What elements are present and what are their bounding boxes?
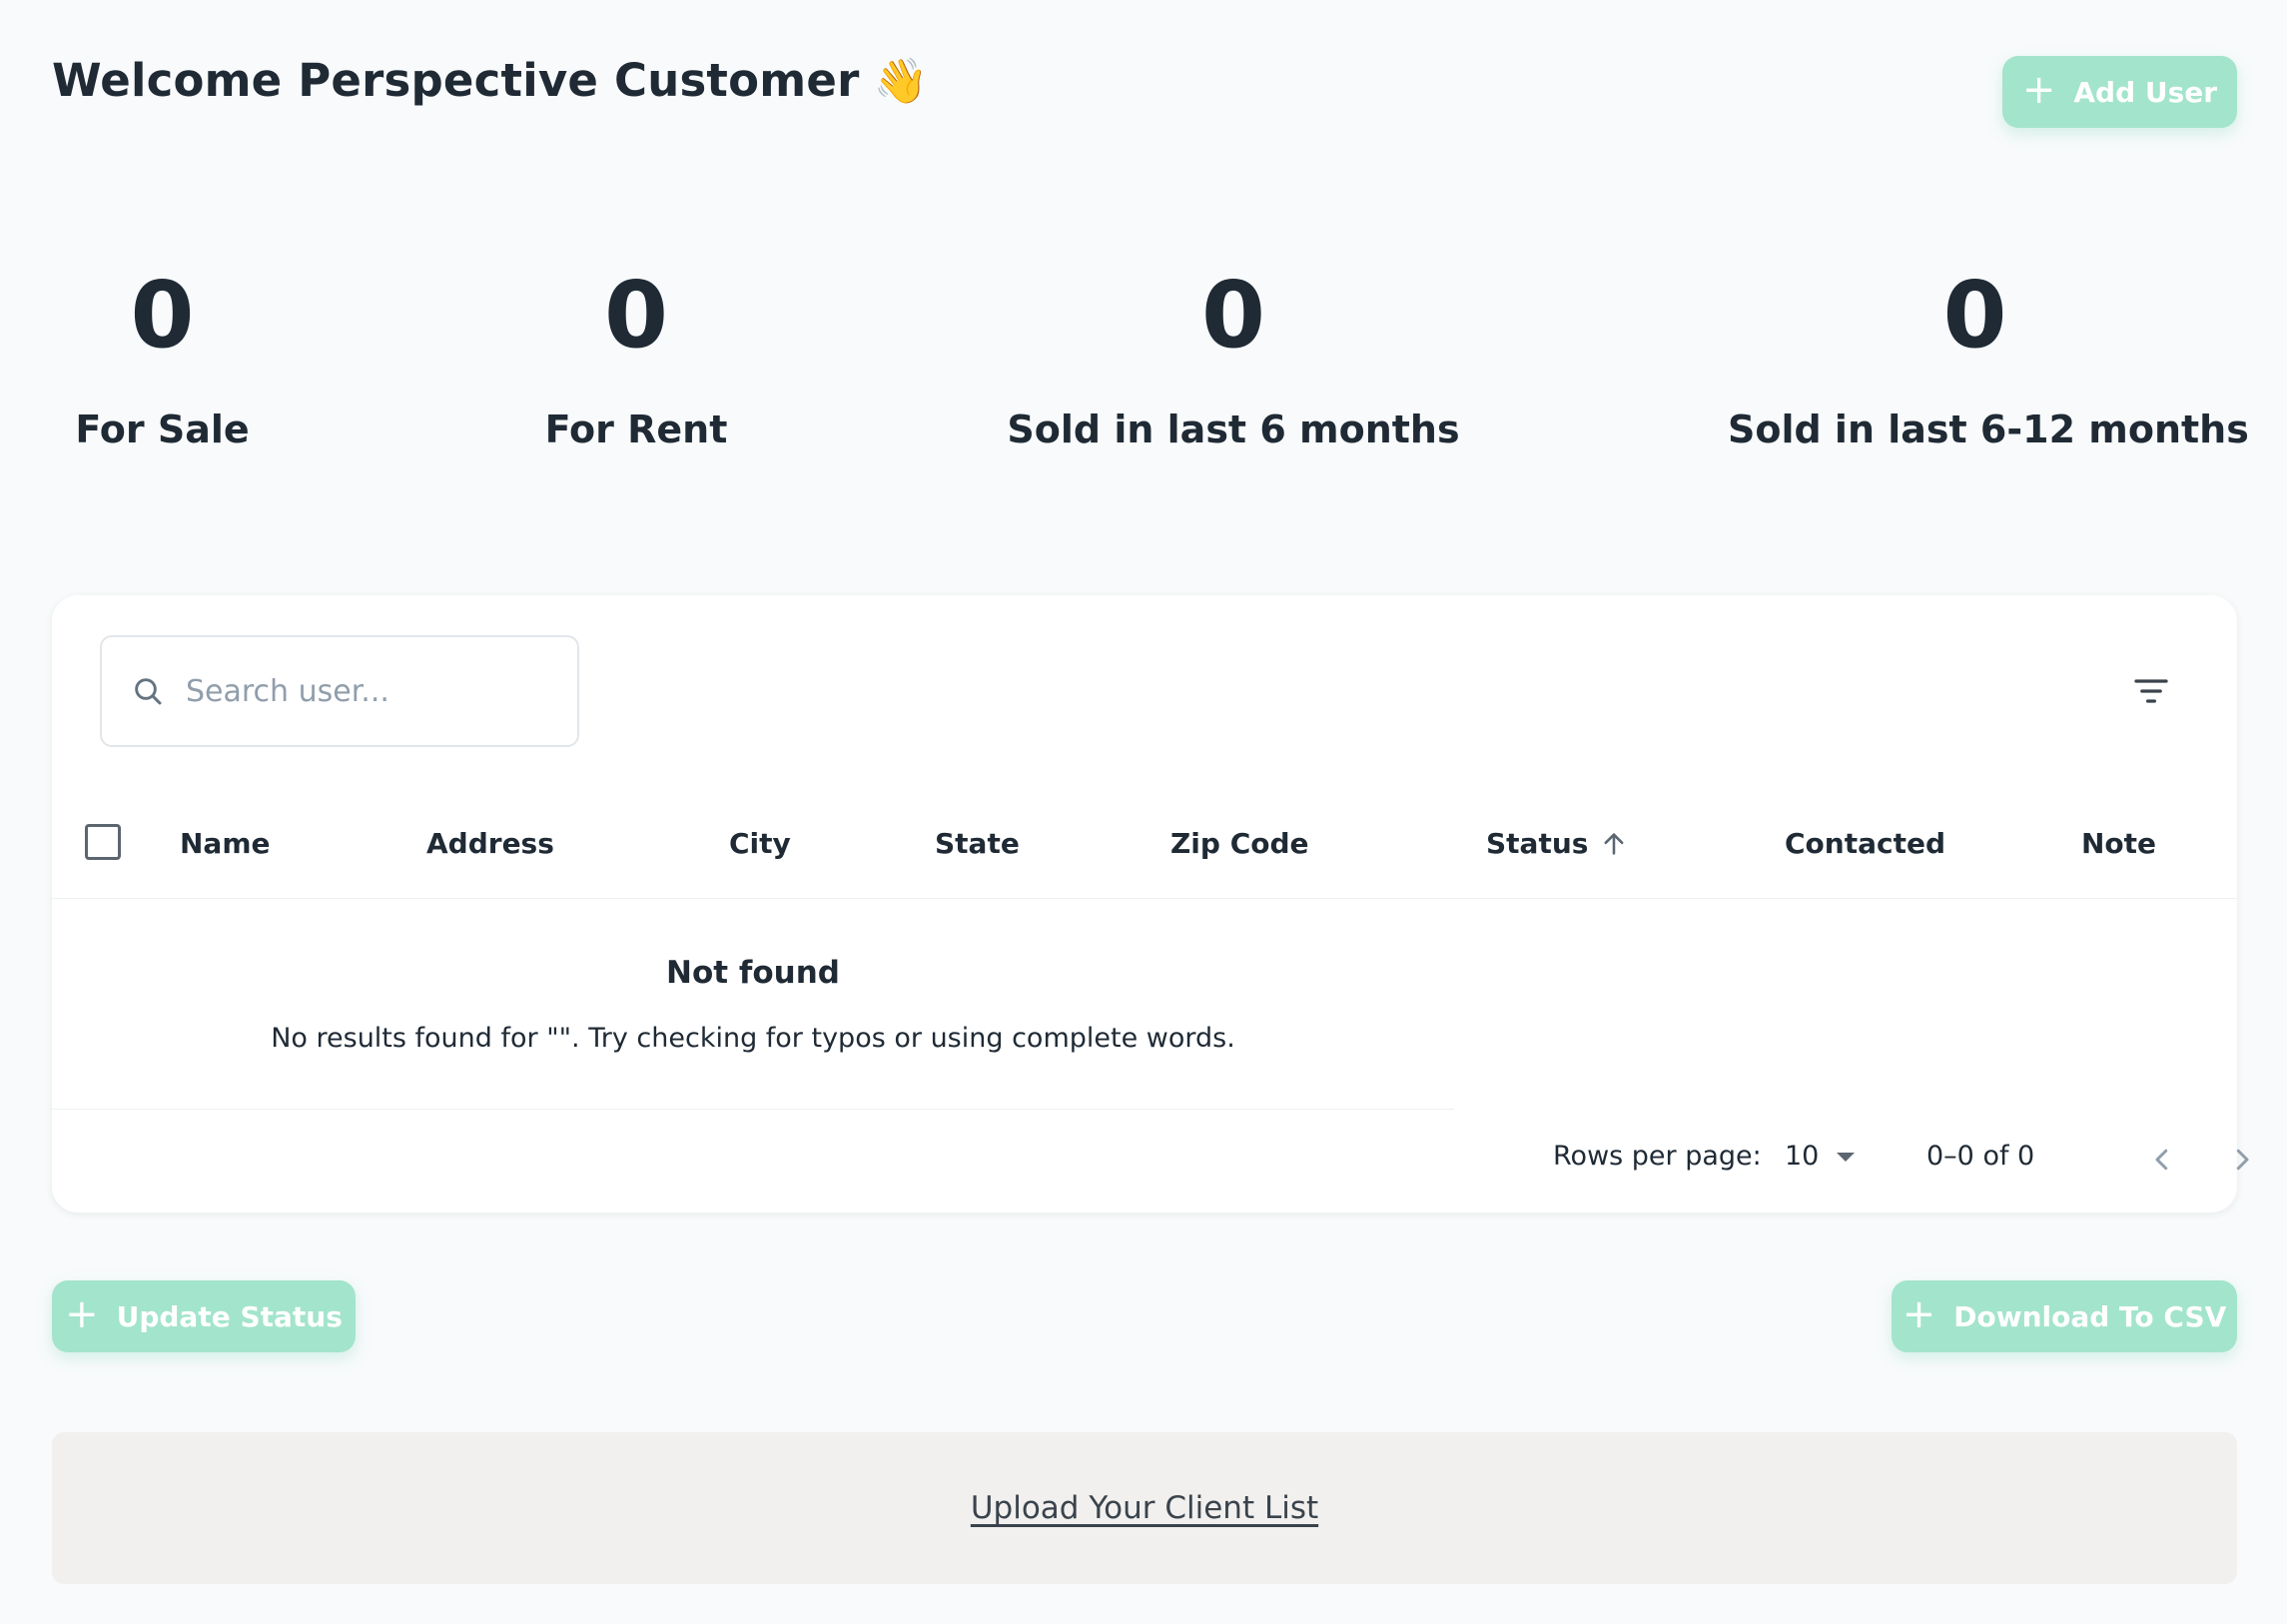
page-title-text: Welcome Perspective Customer	[52, 54, 860, 107]
stat-value: 0	[130, 262, 195, 369]
download-csv-button[interactable]: + Download To CSV	[1892, 1280, 2237, 1352]
stat-for-sale: 0 For Sale	[40, 262, 285, 452]
add-user-button[interactable]: + Add User	[2002, 56, 2237, 128]
update-status-label: Update Status	[116, 1299, 343, 1333]
stat-label: For Rent	[544, 407, 728, 451]
rows-per-page-label: Rows per page:	[1553, 1141, 1762, 1172]
dashboard-page: Welcome Perspective Customer 👋 + Add Use…	[0, 0, 2287, 1624]
table-header-row: Name Address City State Zip Code Status …	[52, 791, 2237, 899]
column-header-name[interactable]: Name	[180, 827, 271, 860]
rows-per-page-select[interactable]: 10	[1785, 1141, 1857, 1172]
column-header-note[interactable]: Note	[2081, 827, 2156, 860]
rows-per-page-value: 10	[1785, 1141, 1820, 1172]
chevron-left-icon	[2155, 1149, 2168, 1171]
stat-sold-6-months: 0 Sold in last 6 months	[1004, 262, 1463, 452]
column-header-status[interactable]: Status	[1486, 827, 1628, 860]
plus-icon: +	[65, 1291, 99, 1337]
chevron-right-icon	[2236, 1149, 2249, 1171]
update-status-button[interactable]: + Update Status	[52, 1280, 356, 1352]
waving-hand-emoji: 👋	[873, 55, 929, 107]
users-table-card: Name Address City State Zip Code Status …	[52, 595, 2249, 1213]
upload-client-list-link[interactable]: Upload Your Client List	[971, 1490, 1318, 1526]
plus-icon: +	[1902, 1291, 1936, 1337]
stat-label: For Sale	[75, 407, 250, 451]
filter-list-icon	[2134, 679, 2168, 703]
plus-icon: +	[2021, 67, 2056, 113]
column-header-address[interactable]: Address	[426, 827, 554, 860]
column-header-contacted[interactable]: Contacted	[1785, 827, 1945, 860]
stat-sold-6-12-months: 0 Sold in last 6-12 months	[1728, 262, 2249, 452]
page-title: Welcome Perspective Customer 👋	[52, 54, 928, 107]
stat-for-rent: 0 For Rent	[511, 262, 761, 452]
column-header-zip-code[interactable]: Zip Code	[1170, 827, 1309, 860]
add-user-label: Add User	[2073, 75, 2218, 109]
stat-value: 0	[1942, 262, 2007, 369]
upload-client-list-area: Upload Your Client List	[52, 1432, 2237, 1584]
column-header-state[interactable]: State	[935, 827, 1020, 860]
stat-label: Sold in last 6-12 months	[1728, 407, 2249, 451]
caret-down-icon	[1837, 1152, 1856, 1162]
stat-value: 0	[603, 262, 668, 369]
download-csv-label: Download To CSV	[1953, 1299, 2227, 1333]
select-all-checkbox[interactable]	[85, 824, 121, 860]
search-field[interactable]	[100, 635, 579, 747]
filter-button[interactable]	[2129, 669, 2173, 713]
search-input[interactable]	[184, 672, 563, 710]
arrow-up-icon	[1604, 832, 1624, 855]
empty-state-description: No results found for "". Try checking fo…	[271, 1023, 1235, 1054]
empty-state-title: Not found	[666, 955, 840, 991]
pagination-range: 0–0 of 0	[1926, 1141, 2035, 1172]
column-header-city[interactable]: City	[729, 827, 791, 860]
column-header-status-label: Status	[1486, 827, 1589, 860]
search-icon	[135, 678, 162, 705]
previous-page-button[interactable]	[2147, 1145, 2177, 1179]
stat-label: Sold in last 6 months	[1007, 407, 1460, 451]
next-page-button[interactable]	[2227, 1145, 2257, 1179]
divider	[52, 1109, 1454, 1110]
stat-value: 0	[1200, 262, 1265, 369]
